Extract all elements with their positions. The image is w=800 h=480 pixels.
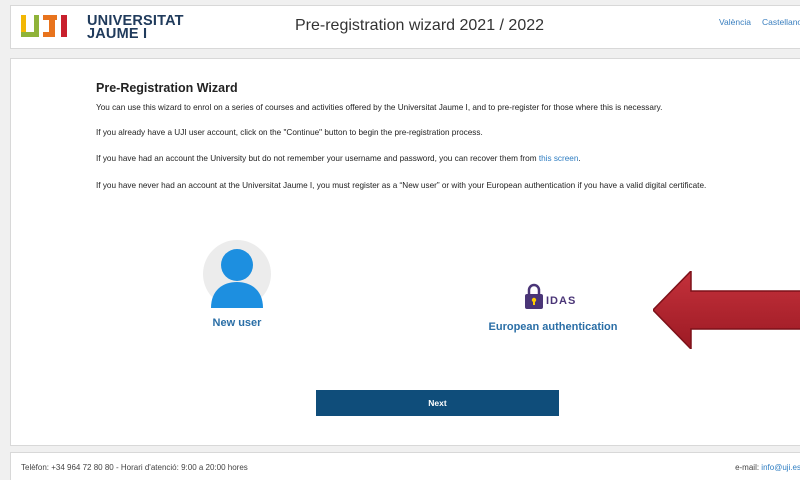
logo-line2: JAUME I: [87, 26, 148, 42]
european-auth-option[interactable]: IDAS European authentication: [473, 283, 633, 333]
uji-logo-mark: [21, 15, 67, 37]
red-arrow-indicator: [653, 271, 800, 349]
new-account-paragraph: If you have never had an account at the …: [96, 181, 707, 190]
recover-text-end: .: [578, 154, 581, 163]
european-auth-label: European authentication: [488, 321, 618, 333]
footer-email: e-mail: info@uji.es: [735, 463, 800, 472]
lang-link-castellano[interactable]: Castellano: [762, 17, 800, 27]
new-user-label: New user: [212, 317, 262, 329]
eidas-logo-text: IDAS: [546, 295, 577, 307]
user-icon: [203, 240, 271, 308]
eidas-logo: IDAS: [473, 283, 633, 313]
uji-logo[interactable]: UNIVERSITAT JAUME I: [21, 13, 191, 43]
email-label: e-mail:: [735, 463, 762, 472]
page-title: Pre-registration wizard 2021 / 2022: [295, 17, 545, 34]
intro-paragraph: You can use this wizard to enrol on a se…: [96, 103, 663, 112]
recover-text: If you have had an account the Universit…: [96, 154, 539, 163]
existing-account-paragraph: If you already have a UJI user account, …: [96, 128, 483, 137]
lang-link-valencia[interactable]: València: [719, 17, 751, 27]
new-user-option[interactable]: New user: [197, 240, 277, 329]
email-link[interactable]: info@uji.es: [761, 463, 800, 472]
wizard-content: Pre-Registration Wizard You can use this…: [96, 81, 736, 190]
recover-account-paragraph: If you have had an account the Universit…: [96, 153, 736, 166]
header-bar: UNIVERSITAT JAUME I Pre-registration wiz…: [10, 5, 800, 49]
wizard-panel: Pre-Registration Wizard You can use this…: [10, 58, 800, 446]
recover-link[interactable]: this screen: [539, 154, 579, 163]
wizard-heading: Pre-Registration Wizard: [96, 81, 238, 95]
footer-bar: Telèfon: +34 964 72 80 80 - Horari d'ate…: [10, 452, 800, 480]
contact-info: Telèfon: +34 964 72 80 80 - Horari d'ate…: [21, 463, 248, 472]
next-button[interactable]: Next: [316, 390, 559, 416]
logo-wordmark: UNIVERSITAT JAUME I: [87, 14, 184, 42]
